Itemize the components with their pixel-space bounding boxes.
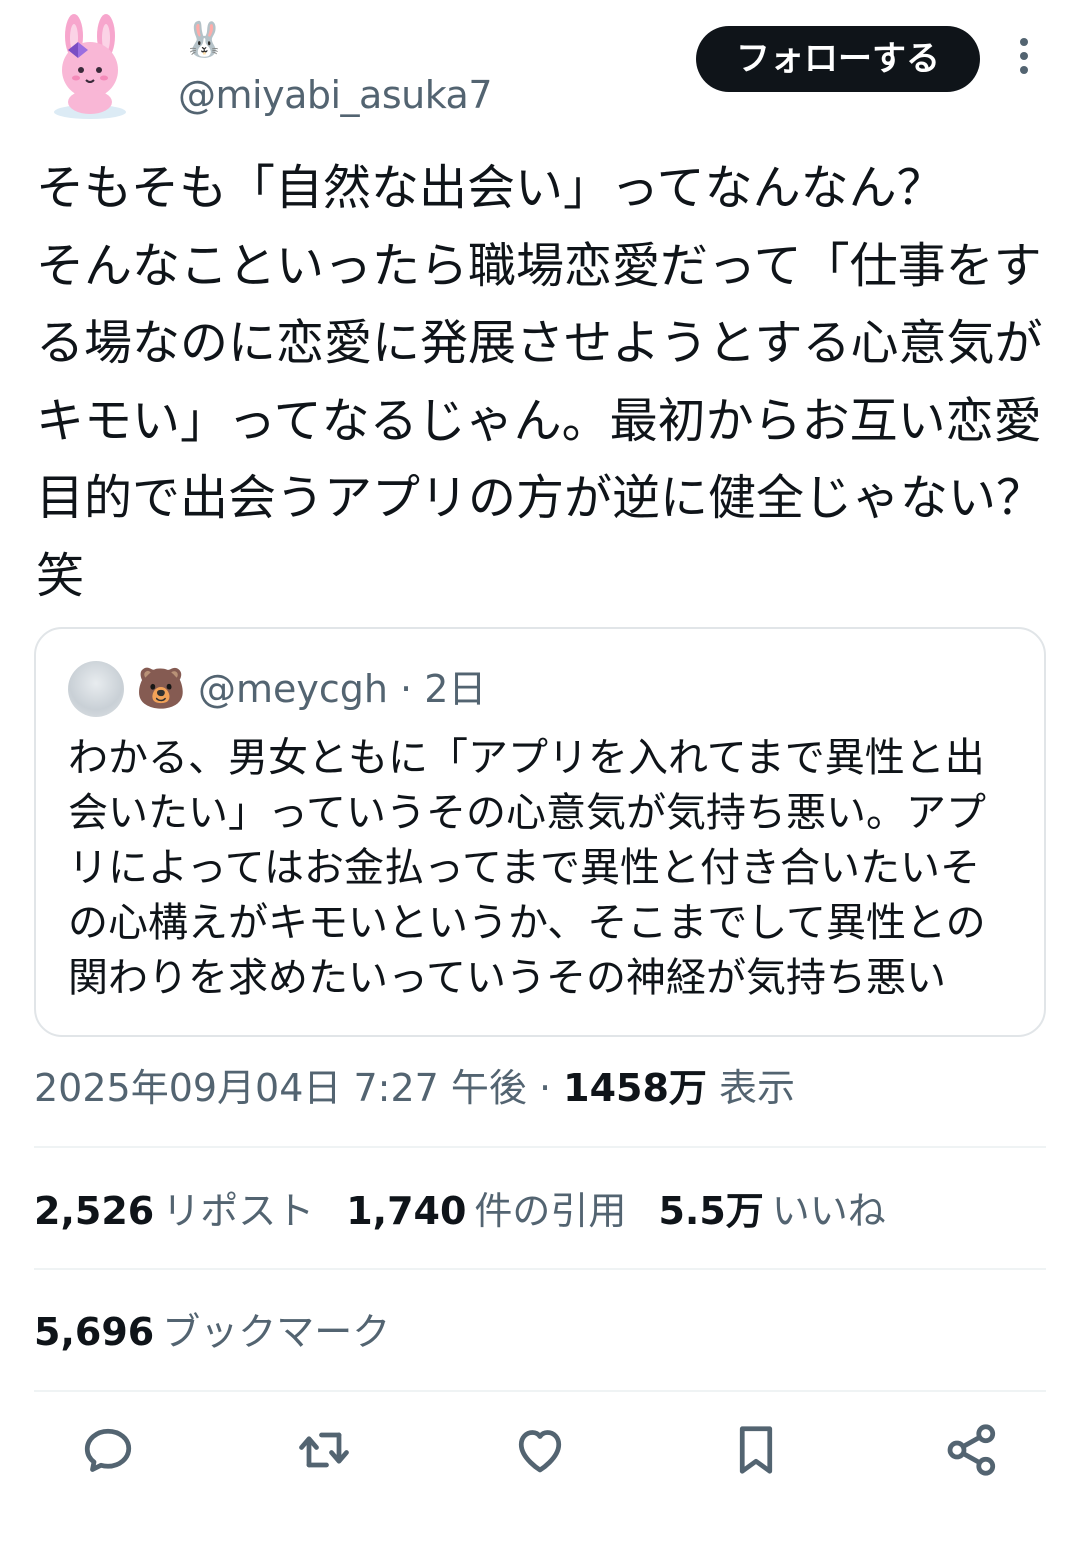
tweet-header: 🐰 @miyabi_asuka7 フォローする <box>0 0 1080 130</box>
reposts-stat[interactable]: 2,526 リポスト <box>34 1184 314 1238</box>
like-icon[interactable] <box>510 1420 570 1480</box>
likes-count: 5.5万 <box>658 1189 764 1233</box>
divider <box>34 1390 1046 1392</box>
engagement-stats: 2,526 リポスト 1,740 件の引用 5.5万 いいね <box>34 1184 918 1238</box>
quoted-text: わかる、男女ともに「アプリを入れてまで異性と出会いたい」っていうその心意気が気持… <box>68 735 986 1001</box>
bookmarks-stat: 5,696 ブックマーク <box>34 1305 422 1359</box>
divider <box>34 1268 1046 1270</box>
action-bar <box>0 1420 1080 1500</box>
quoted-tweet[interactable]: 🐻 @meycgh · 2日 わかる、男女ともに「アプリを入れてまで異性と出会い… <box>34 627 1046 1037</box>
author-avatar[interactable] <box>48 12 132 120</box>
reply-icon[interactable] <box>78 1420 138 1480</box>
quotes-label: 件の引用 <box>474 1189 627 1233</box>
reposts-count: 2,526 <box>34 1189 155 1233</box>
repost-icon[interactable] <box>294 1420 354 1480</box>
tweet-text: そもそも「自然な出会い」ってなんなん？ そんなこといったら職場恋愛だって「仕事を… <box>36 160 1045 604</box>
tweet-meta: 2025年09月04日 7:27 午後 · 1458万 表示 <box>34 1062 795 1114</box>
views-label: 表示 <box>719 1066 796 1110</box>
tweet-datetime[interactable]: 2025年09月04日 7:27 午後 · <box>34 1066 563 1110</box>
likes-label: いいね <box>771 1189 886 1233</box>
quoted-author-avatar <box>68 661 124 717</box>
follow-button[interactable]: フォローする <box>696 26 980 92</box>
quotes-stat[interactable]: 1,740 件の引用 <box>346 1184 626 1238</box>
reposts-label: リポスト <box>162 1189 315 1233</box>
quoted-handle-time: @meycgh · 2日 <box>198 667 487 711</box>
bookmark-icon[interactable] <box>726 1420 786 1480</box>
bookmarks-label: ブックマーク <box>162 1310 391 1354</box>
share-icon[interactable] <box>942 1420 1002 1480</box>
views-count: 1458万 <box>563 1066 707 1110</box>
quotes-count: 1,740 <box>346 1189 467 1233</box>
more-icon[interactable] <box>1004 38 1044 82</box>
bookmarks-count: 5,696 <box>34 1310 155 1354</box>
author-display-name[interactable]: 🐰 <box>183 20 225 60</box>
quoted-display-name: 🐻 <box>136 666 186 712</box>
likes-stat[interactable]: 5.5万 いいね <box>658 1184 885 1238</box>
author-handle[interactable]: @miyabi_asuka7 <box>178 72 493 118</box>
divider <box>34 1146 1046 1148</box>
